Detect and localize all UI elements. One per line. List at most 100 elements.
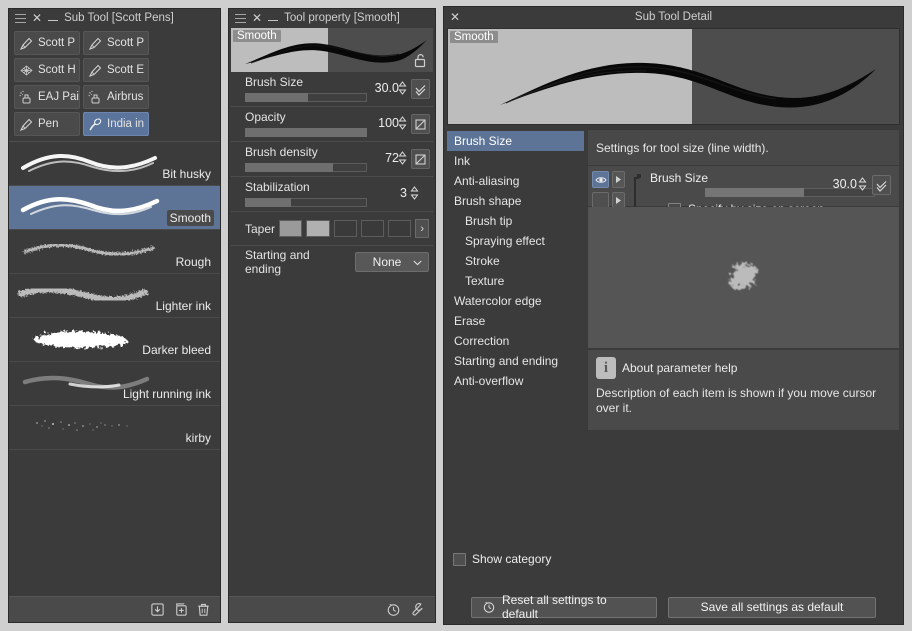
category-item-erase[interactable]: Erase [447,311,584,331]
reset-all-settings-label: Reset all settings to default [502,593,646,621]
brush-size-field: Brush Size 30.0 [644,171,893,200]
chevron-right-icon[interactable]: › [415,219,429,238]
list-item[interactable]: Rough [9,230,220,274]
spray-icon [87,89,104,106]
brush-icon [87,116,104,133]
category-item-watercolor-edge[interactable]: Watercolor edge [447,291,584,311]
list-item[interactable]: Lighter ink [9,274,220,318]
tool-button-scott-e[interactable]: Scott E [83,58,149,82]
starting-ending-value: None [373,255,402,269]
taper-swatch-5[interactable] [388,220,411,237]
show-category-checkbox[interactable] [453,553,466,566]
brush-density-slider[interactable] [245,163,367,172]
brush-density-dynamics-button[interactable] [411,149,430,169]
taper-swatch-4[interactable] [361,220,384,237]
property-value[interactable]: 72 [357,151,399,165]
spinner-icon[interactable] [858,177,867,191]
app-window: ✕ Sub Tool [Scott Pens] Scott P Scott P [0,0,912,631]
brush-size-expand-arrow[interactable] [612,171,625,188]
category-item-correction[interactable]: Correction [447,331,584,351]
opacity-dynamics-button[interactable] [411,114,430,134]
reset-icon[interactable] [386,602,401,617]
menu-icon[interactable] [235,14,246,23]
minimize-icon[interactable] [48,14,58,22]
settings-description: Settings for tool size (line width). [587,129,900,166]
tool-property-list: Brush Size 30.0 Opacity [229,72,435,278]
sub-tool-detail-preview: Smooth [447,28,900,125]
spinner-icon[interactable] [398,116,407,130]
taper-swatch-2[interactable] [306,220,329,237]
minimize-icon[interactable] [268,14,278,22]
brush-size-dynamics-button[interactable] [411,79,430,99]
tool-button-india-ink[interactable]: India in [83,112,149,136]
brush-size-slider[interactable] [245,93,367,102]
spinner-icon[interactable] [410,186,419,200]
spinner-icon[interactable] [398,151,407,165]
tool-property-title: Tool property [Smooth] [284,12,400,24]
category-item-ink[interactable]: Ink [447,151,584,171]
category-item-texture[interactable]: Texture [447,271,584,291]
brush-name: Light running ink [120,386,214,402]
menu-icon[interactable] [15,14,26,23]
stabilization-slider[interactable] [245,198,367,207]
sub-tool-titlebar: ✕ Sub Tool [Scott Pens] [9,9,220,27]
spinner-icon[interactable] [398,81,407,95]
save-all-settings-button[interactable]: Save all settings as default [668,597,876,618]
opacity-slider[interactable] [245,128,367,137]
category-item-spraying-effect[interactable]: Spraying effect [447,231,584,251]
reset-all-settings-button[interactable]: Reset all settings to default [471,597,657,618]
close-icon[interactable]: ✕ [450,12,460,22]
category-item-starting-and-ending[interactable]: Starting and ending [447,351,584,371]
tool-button-airbrush[interactable]: Airbrus [83,85,149,109]
lock-open-icon[interactable] [413,53,427,68]
property-value[interactable]: 30.0 [357,81,399,95]
tool-button-scott-p-2[interactable]: Scott P [83,31,149,55]
close-icon[interactable]: ✕ [252,13,262,23]
brush-size-value[interactable]: 30.0 [833,177,857,191]
starting-ending-select[interactable]: None [355,252,429,272]
list-item[interactable]: kirby [9,406,220,450]
tool-button-scott-h[interactable]: Scott H [14,58,80,82]
play-icon [615,175,622,184]
eye-icon [595,174,607,186]
category-item-anti-overflow[interactable]: Anti-overflow [447,371,584,391]
tool-button-scott-p-1[interactable]: Scott P [14,31,80,55]
taper-swatch-1[interactable] [279,220,302,237]
brush-name: kirby [183,430,214,446]
play-icon [615,196,622,205]
brush-name: Smooth [167,210,214,226]
brush-list: Bit husky Smooth Rough [9,141,220,450]
category-item-brush-tip[interactable]: Brush tip [447,211,584,231]
tool-button-pen[interactable]: Pen [14,112,80,136]
taper-swatch-3[interactable] [334,220,357,237]
brush-size-dynamics-toggle[interactable] [592,171,609,188]
brush-size-controls: Brush Size 30.0 [587,166,900,207]
save-all-settings-label: Save all settings as default [701,600,844,614]
list-item[interactable]: Darker bleed [9,318,220,362]
import-icon[interactable] [150,602,165,617]
duplicate-icon[interactable] [173,602,188,617]
list-item[interactable]: Smooth [9,186,220,230]
list-item[interactable]: Bit husky [9,142,220,186]
brush-size-dynamics-button[interactable] [872,175,891,195]
property-value[interactable]: 3 [365,186,407,200]
category-item-anti-aliasing[interactable]: Anti-aliasing [447,171,584,191]
brush-tip-texture [717,251,771,305]
show-category-row[interactable]: Show category [453,552,551,566]
category-item-brush-shape[interactable]: Brush shape [447,191,584,211]
trash-icon[interactable] [196,602,211,617]
brush-stroke-preview [448,29,900,125]
list-item[interactable]: Light running ink [9,362,220,406]
property-value[interactable]: 100 [357,116,399,130]
parameter-help-header: i About parameter help [596,357,891,379]
tool-button-label: Pen [38,118,58,130]
sub-tool-detail-body: Brush Size Ink Anti-aliasing Brush shape… [447,129,900,572]
brush-stroke-preview [15,190,165,226]
wrench-icon[interactable] [410,602,425,617]
category-item-brush-size[interactable]: Brush Size [447,131,584,151]
category-item-stroke[interactable]: Stroke [447,251,584,271]
brush-tip-preview-area [587,207,900,349]
slider-fill [245,93,308,102]
tool-button-eaj-paint[interactable]: EAJ Pai [14,85,80,109]
close-icon[interactable]: ✕ [32,13,42,23]
